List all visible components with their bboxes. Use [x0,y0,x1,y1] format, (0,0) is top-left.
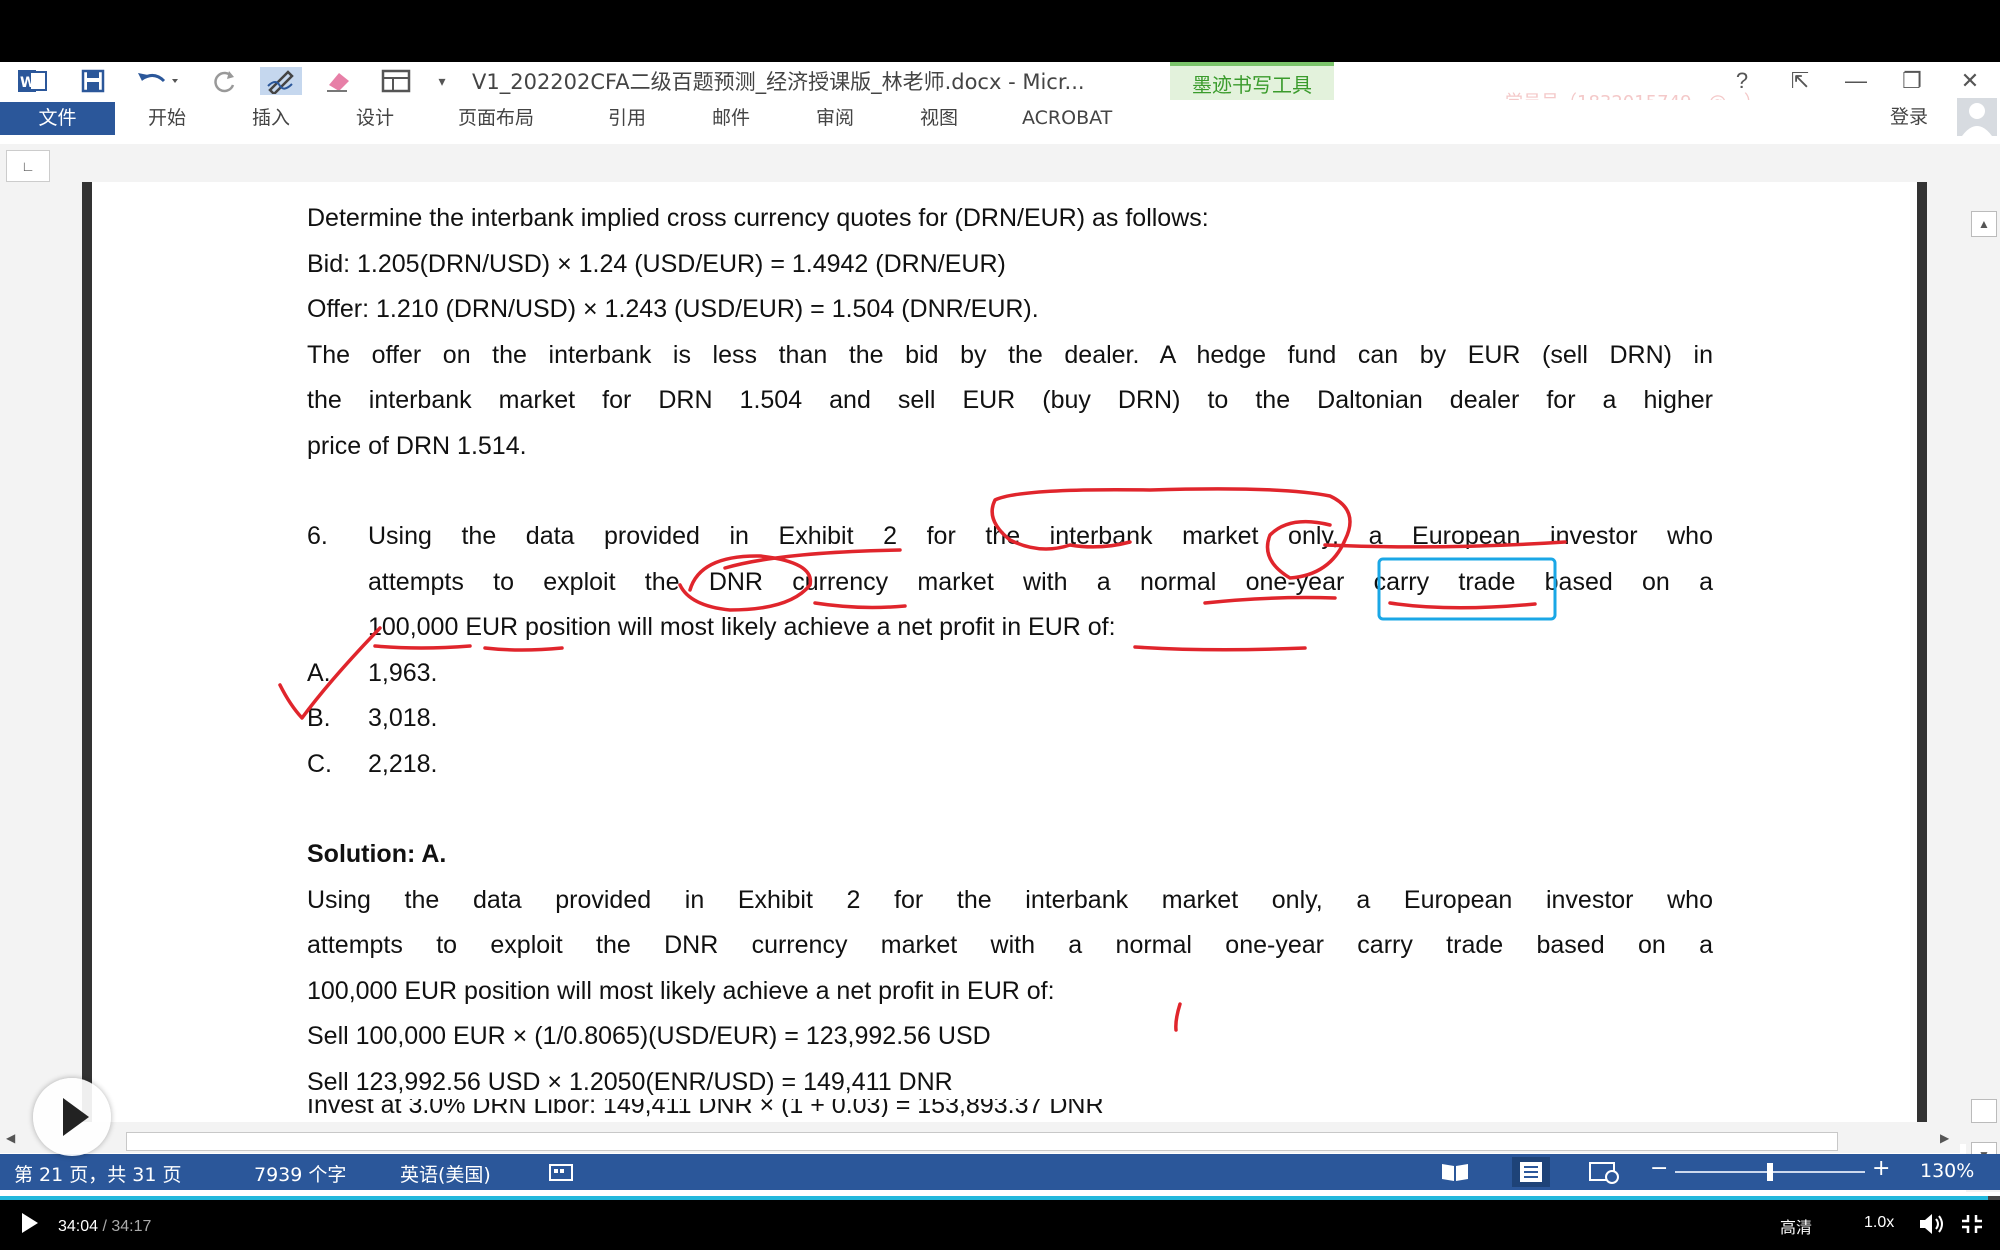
zoom-in-icon[interactable]: + [1872,1156,1890,1181]
video-letterbox-top [0,0,2000,62]
tab-references[interactable]: 引用 [608,102,646,135]
web-layout-icon[interactable] [1588,1160,1620,1189]
option-value: 2,218. [368,749,438,778]
login-link[interactable]: 登录 [1890,102,1928,129]
redo-icon[interactable] [208,67,242,95]
volume-icon[interactable] [1918,1212,1946,1241]
pen-icon[interactable] [260,67,302,95]
paragraph-line: Offer: 1.210 (DRN/USD) × 1.243 (USD/EUR)… [307,295,1039,323]
save-icon[interactable] [76,67,110,95]
close-button[interactable]: ✕ [1950,66,1990,96]
horizontal-scrollbar[interactable]: ◀ ▶ [0,1127,1960,1153]
total-time: / 34:17 [98,1218,152,1235]
minimize-button[interactable]: — [1836,66,1876,96]
paragraph-line: Determine the interbank implied cross cu… [307,204,1209,232]
vertical-scrollbar[interactable]: ▲ ▼ [1966,207,2000,1192]
tab-mailings[interactable]: 邮件 [712,102,750,135]
document-title: V1_202202CFA二级百题预测_经济授课版_林老师.docx - Micr… [472,70,1085,94]
svg-text:W: W [20,75,35,91]
layout-icon[interactable] [378,67,414,95]
time-display: 34:04 / 34:17 [58,1218,151,1236]
undo-icon[interactable] [130,67,186,95]
current-time: 34:04 [58,1218,99,1235]
scroll-up-icon[interactable]: ▲ [1971,211,1997,237]
clipped-line-wrapper: Invest at 3.0% DRN Libor: 149,411 DNR × … [0,1099,1960,1117]
status-bar: 第 21 页，共 31 页 7939 个字 英语(美国) − + 130% [0,1154,2000,1190]
solution-line: Sell 100,000 EUR × (1/0.8065)(USD/EUR) =… [307,1022,991,1050]
print-layout-icon[interactable] [1512,1157,1550,1187]
avatar[interactable] [1957,98,1997,136]
ribbon-display-button[interactable]: ⇱ [1780,66,1820,96]
option-b: B. 3,018. [307,696,1713,742]
tab-design[interactable]: 设计 [356,102,394,135]
paragraph-line: price of DRN 1.514. [307,431,527,460]
tab-layout[interactable]: 页面布局 [458,102,534,135]
restore-button[interactable]: ❐ [1892,66,1932,96]
question-number: 6. [307,522,328,550]
word-logo-icon[interactable]: W [16,67,50,95]
option-value: 1,963. [368,658,438,687]
option-letter: A. [307,658,331,687]
zoom-out-icon[interactable]: − [1650,1156,1668,1181]
question-line: 100,000 EUR position will most likely ac… [368,613,1116,641]
help-button[interactable]: ? [1722,66,1762,96]
horizontal-scroll-thumb[interactable] [126,1132,1838,1151]
solution-line: Using the data provided in Exhibit 2 for… [307,885,1713,914]
paragraph-line: the interbank market for DRN 1.504 and s… [307,386,1713,414]
exit-fullscreen-icon[interactable] [1960,1213,1984,1240]
tab-view[interactable]: 视图 [920,102,958,135]
ribbon-tabs: 文件 开始 插入 设计 页面布局 引用 邮件 审阅 视图 ACROBAT 登录 [0,98,2000,136]
option-value: 3,018. [368,704,438,732]
page-count[interactable]: 第 21 页，共 31 页 [14,1160,182,1187]
scroll-right-icon[interactable]: ▶ [1940,1131,1949,1145]
question-6: 6. Using the data provided in Exhibit 2 … [307,514,1713,560]
scroll-thumb[interactable] [1971,1099,1997,1123]
document-area: ∟ Determine the interbank implied cross … [0,144,2000,1144]
play-icon [63,1098,89,1136]
tab-stop-selector[interactable]: ∟ [6,150,50,182]
question-line: Using the data provided in Exhibit 2 for… [368,522,1713,550]
tab-home[interactable]: 开始 [148,102,186,135]
option-a: A. 1,963. [307,651,1713,697]
ink-tools-title: 墨迹书写工具 [1192,73,1312,97]
option-c: C. 2,218. [307,742,1713,788]
eraser-icon[interactable] [322,67,356,95]
zoom-level[interactable]: 130% [1920,1160,1974,1182]
video-player-controls: 34:04 / 34:17 高清 1.0x [0,1196,2000,1250]
macro-icon[interactable] [548,1162,576,1187]
video-play-button[interactable] [33,1078,111,1156]
word-count[interactable]: 7939 个字 [254,1160,346,1187]
scroll-left-icon[interactable]: ◀ [6,1131,15,1145]
play-small-icon[interactable] [20,1212,40,1239]
clipped-solution-line: Invest at 3.0% DRN Libor: 149,411 DNR × … [307,1099,1104,1117]
option-letter: B. [307,704,331,732]
solution-title: Solution: A. [307,840,447,868]
quality-button[interactable]: 高清 [1780,1214,1812,1238]
zoom-slider-thumb[interactable] [1767,1163,1773,1181]
customize-qat-icon[interactable]: ▾ [432,67,452,95]
speed-button[interactable]: 1.0x [1864,1214,1894,1232]
document-body: Determine the interbank implied cross cu… [307,196,1713,1105]
progress-fill [0,1196,1988,1200]
question-line: attempts to exploit the DNR currency mar… [368,567,1713,596]
tab-insert[interactable]: 插入 [252,102,290,135]
tab-review[interactable]: 审阅 [816,102,854,135]
tab-file[interactable]: 文件 [0,102,115,135]
option-letter: C. [307,749,332,778]
tab-acrobat[interactable]: ACROBAT [1022,102,1112,135]
paragraph-line: Bid: 1.205(DRN/USD) × 1.24 (USD/EUR) = 1… [307,249,1006,278]
word-window: W ▾ V1_202202CFA二级百题预测_经济授课版_林老师.docx - … [0,62,2000,1196]
paragraph-line: The offer on the interbank is less than … [307,340,1713,369]
read-mode-icon[interactable] [1440,1161,1470,1188]
title-bar: W ▾ V1_202202CFA二级百题预测_经济授课版_林老师.docx - … [0,62,2000,135]
solution-line: 100,000 EUR position will most likely ac… [307,976,1055,1005]
solution-line: attempts to exploit the DNR currency mar… [307,931,1713,959]
language-indicator[interactable]: 英语(美国) [400,1160,491,1187]
